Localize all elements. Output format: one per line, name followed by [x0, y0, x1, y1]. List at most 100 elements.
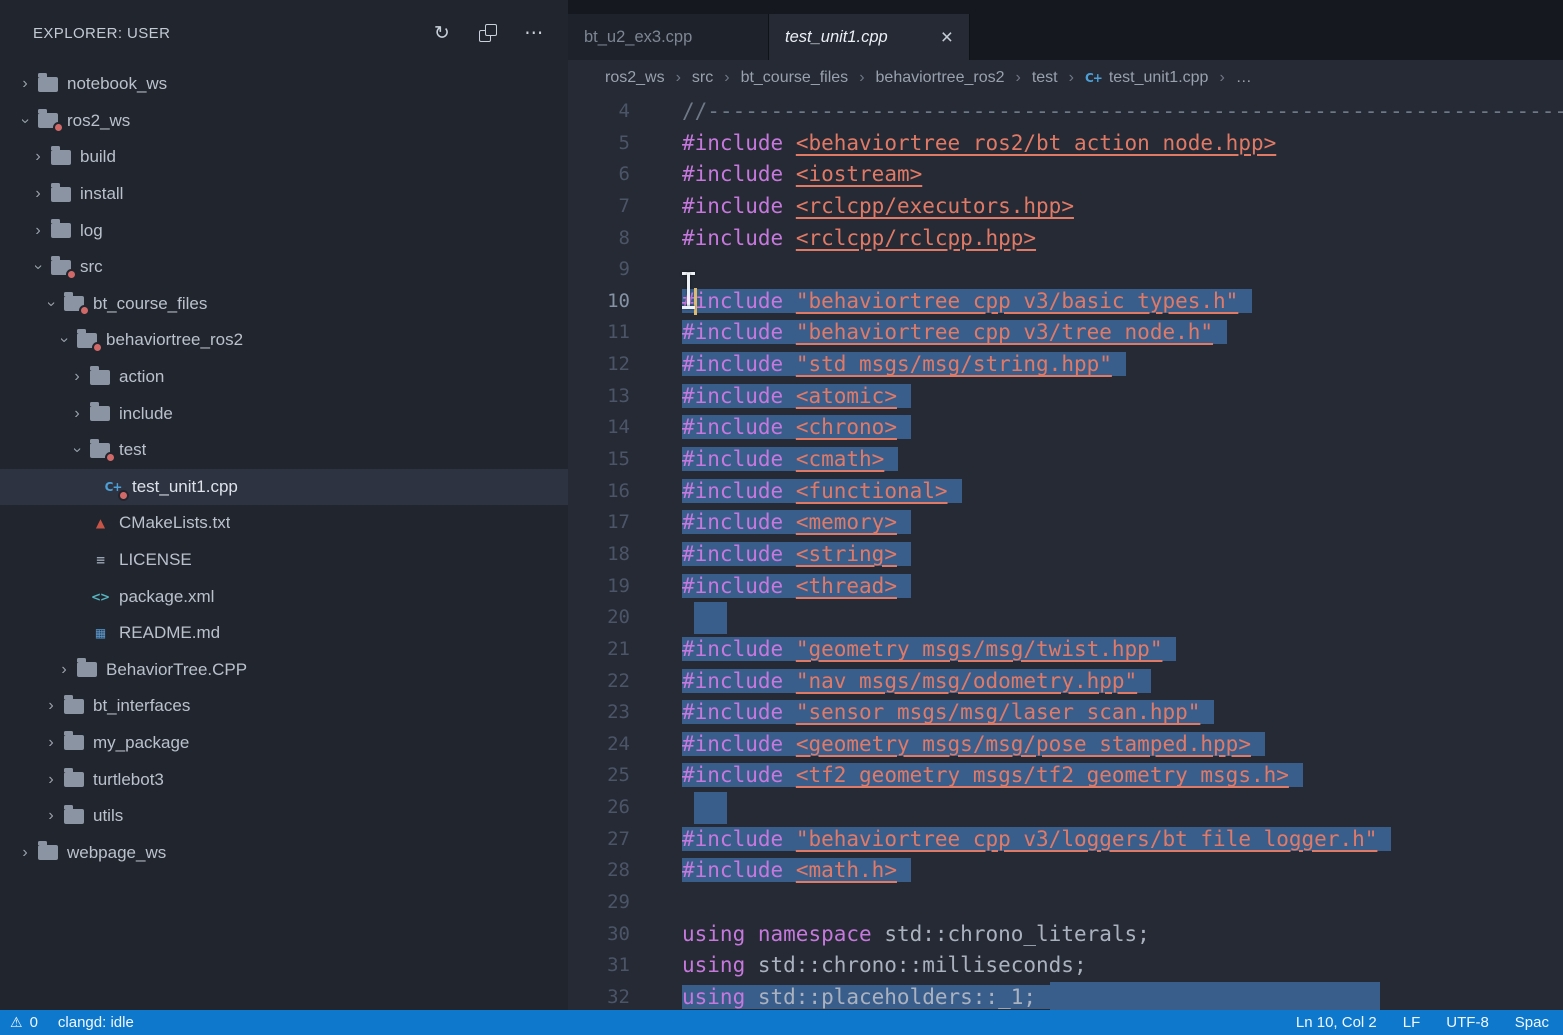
tree-item-label: build — [80, 147, 116, 167]
breadcrumb-item-src[interactable]: src — [692, 69, 713, 87]
breadcrumb-item-test[interactable]: test — [1032, 69, 1058, 87]
breadcrumb-separator-icon: › — [859, 69, 864, 87]
tree-item-behaviortree-ros2[interactable]: ›behaviortree_ros2 — [0, 322, 568, 359]
code-line-20: 20 — [568, 602, 1563, 634]
close-icon[interactable]: × — [941, 27, 953, 48]
more-actions-icon[interactable]: ⋯ — [524, 23, 544, 43]
tree-item-notebook-ws[interactable]: ›notebook_ws — [0, 66, 568, 103]
tree-item-cmakelists-txt[interactable]: ▲CMakeLists.txt — [0, 505, 568, 542]
tree-item-label: BehaviorTree.CPP — [106, 660, 247, 680]
tree-item-utils[interactable]: ›utils — [0, 798, 568, 835]
tree-item-label: behaviortree_ros2 — [106, 330, 243, 350]
breadcrumb-item-bt-course-files[interactable]: bt_course_files — [741, 69, 849, 87]
line-number: 6 — [568, 159, 656, 191]
tree-item-include[interactable]: ›include — [0, 395, 568, 432]
tree-item-log[interactable]: ›log — [0, 212, 568, 249]
selection-highlight — [694, 602, 727, 634]
code-token: "behaviortree_cpp_v3/basic_types.h" — [796, 289, 1239, 313]
tab-test-unit1-cpp[interactable]: test_unit1.cpp× — [769, 14, 970, 60]
cursor-position[interactable]: Ln 10, Col 2 — [1296, 1014, 1377, 1031]
breadcrumb-label: test_unit1.cpp — [1109, 69, 1209, 87]
code-token: #include — [682, 700, 783, 724]
tree-item-my-package[interactable]: ›my_package — [0, 725, 568, 762]
refresh-icon[interactable]: ↻ — [432, 23, 452, 43]
encoding-indicator[interactable]: UTF-8 — [1446, 1014, 1489, 1031]
code-token: #include — [682, 732, 783, 756]
tree-item-package-xml[interactable]: <>package.xml — [0, 578, 568, 615]
breadcrumb-item-ros2-ws[interactable]: ros2_ws — [605, 69, 665, 87]
git-modified-dot — [66, 269, 77, 280]
tree-item-bt-course-files[interactable]: ›bt_course_files — [0, 286, 568, 323]
tree-item-bt-interfaces[interactable]: ›bt_interfaces — [0, 688, 568, 725]
line-content[interactable]: #include <atomic> — [656, 381, 1563, 413]
tree-item-ros2-ws[interactable]: ›ros2_ws — [0, 103, 568, 140]
line-content[interactable]: #include <iostream> — [656, 159, 1563, 191]
line-content[interactable]: using std::placeholders::_1; — [656, 982, 1563, 1010]
line-content[interactable]: #include <rclcpp/rclcpp.hpp> — [656, 223, 1563, 255]
folder-icon — [64, 296, 84, 311]
line-content[interactable] — [656, 254, 1563, 286]
problems-indicator[interactable]: ⚠ 0 — [10, 1014, 38, 1031]
editor-group: bt_u2_ex3.cpptest_unit1.cpp× ros2_ws›src… — [568, 0, 1563, 1010]
vscode-window: EXPLORER: USER ↻⋯ ›notebook_ws›ros2_ws›b… — [0, 0, 1563, 1035]
tree-item-test-unit1-cpp[interactable]: C+test_unit1.cpp — [0, 469, 568, 506]
line-content[interactable] — [656, 602, 1563, 634]
line-content[interactable]: #include <tf2_geometry_msgs/tf2_geometry… — [656, 760, 1563, 792]
tree-item-behaviortree-cpp[interactable]: ›BehaviorTree.CPP — [0, 652, 568, 689]
line-content[interactable]: #include <memory> — [656, 507, 1563, 539]
collapse-folders-icon[interactable] — [478, 23, 498, 43]
tree-item-test[interactable]: ›test — [0, 432, 568, 469]
line-content[interactable]: #include <geometry_msgs/msg/pose_stamped… — [656, 729, 1563, 761]
breadcrumb-item-test-unit1-cpp[interactable]: C+test_unit1.cpp — [1085, 69, 1209, 87]
line-content[interactable]: using namespace std::chrono_literals; — [656, 919, 1563, 951]
file-tree[interactable]: ›notebook_ws›ros2_ws›build›install›log›s… — [0, 66, 568, 1010]
line-content[interactable]: using std::chrono::milliseconds; — [656, 950, 1563, 982]
line-content[interactable]: #include <thread> — [656, 571, 1563, 603]
code-token: #include — [682, 289, 783, 313]
line-number: 31 — [568, 950, 656, 982]
line-content[interactable]: #include "geometry_msgs/msg/twist.hpp" — [656, 634, 1563, 666]
line-content[interactable]: #include <behaviortree_ros2/bt_action_no… — [656, 128, 1563, 160]
code-token: "behaviortree_cpp_v3/tree_node.h" — [796, 320, 1213, 344]
folder-icon — [64, 809, 84, 824]
tab-bt-u2-ex3-cpp[interactable]: bt_u2_ex3.cpp — [568, 14, 769, 60]
code-editor[interactable]: 4//-------------------------------------… — [568, 96, 1563, 1010]
code-token — [783, 858, 796, 882]
eol-indicator[interactable]: LF — [1403, 1014, 1421, 1031]
line-content[interactable]: #include <cmath> — [656, 444, 1563, 476]
line-content[interactable]: #include "behaviortree_cpp_v3/loggers/bt… — [656, 824, 1563, 856]
clangd-status[interactable]: clangd: idle — [58, 1014, 134, 1031]
line-content[interactable]: #include <functional> — [656, 476, 1563, 508]
tree-item-install[interactable]: ›install — [0, 176, 568, 213]
line-content[interactable]: #include <chrono> — [656, 412, 1563, 444]
code-line-32: 32using std::placeholders::_1; — [568, 982, 1563, 1010]
line-content[interactable] — [656, 792, 1563, 824]
breadcrumb-item-more[interactable]: … — [1236, 69, 1252, 87]
tree-item-action[interactable]: ›action — [0, 359, 568, 396]
tree-item-src[interactable]: ›src — [0, 249, 568, 286]
line-content[interactable]: #include "sensor_msgs/msg/laser_scan.hpp… — [656, 697, 1563, 729]
tree-item-turtlebot3[interactable]: ›turtlebot3 — [0, 761, 568, 798]
tree-item-build[interactable]: ›build — [0, 139, 568, 176]
line-content[interactable]: #include <string> — [656, 539, 1563, 571]
line-number: 8 — [568, 223, 656, 255]
line-content[interactable]: #include "behaviortree_cpp_v3/tree_node.… — [656, 317, 1563, 349]
line-content[interactable]: #include <math.h> — [656, 855, 1563, 887]
line-content[interactable] — [656, 887, 1563, 919]
code-token: <geometry_msgs/msg/pose_stamped.hpp> — [796, 732, 1251, 756]
status-bar-left: ⚠ 0 clangd: idle — [10, 1014, 134, 1031]
line-content[interactable]: //--------------------------------------… — [656, 96, 1563, 128]
line-content[interactable]: #include <rclcpp/executors.hpp> — [656, 191, 1563, 223]
code-token: #include — [682, 447, 783, 471]
breadcrumb-separator-icon: › — [724, 69, 729, 87]
code-token — [745, 922, 758, 946]
tree-item-license[interactable]: ≡LICENSE — [0, 542, 568, 579]
indentation-indicator[interactable]: Spac — [1515, 1014, 1549, 1031]
line-content[interactable]: #include "behaviortree_cpp_v3/basic_type… — [656, 286, 1563, 318]
git-modified-dot — [79, 305, 90, 316]
breadcrumb-item-behaviortree-ros2[interactable]: behaviortree_ros2 — [876, 69, 1005, 87]
line-content[interactable]: #include "nav_msgs/msg/odometry.hpp" — [656, 666, 1563, 698]
line-content[interactable]: #include "std_msgs/msg/string.hpp" — [656, 349, 1563, 381]
tree-item-readme-md[interactable]: ▦README.md — [0, 615, 568, 652]
tree-item-webpage-ws[interactable]: ›webpage_ws — [0, 834, 568, 871]
